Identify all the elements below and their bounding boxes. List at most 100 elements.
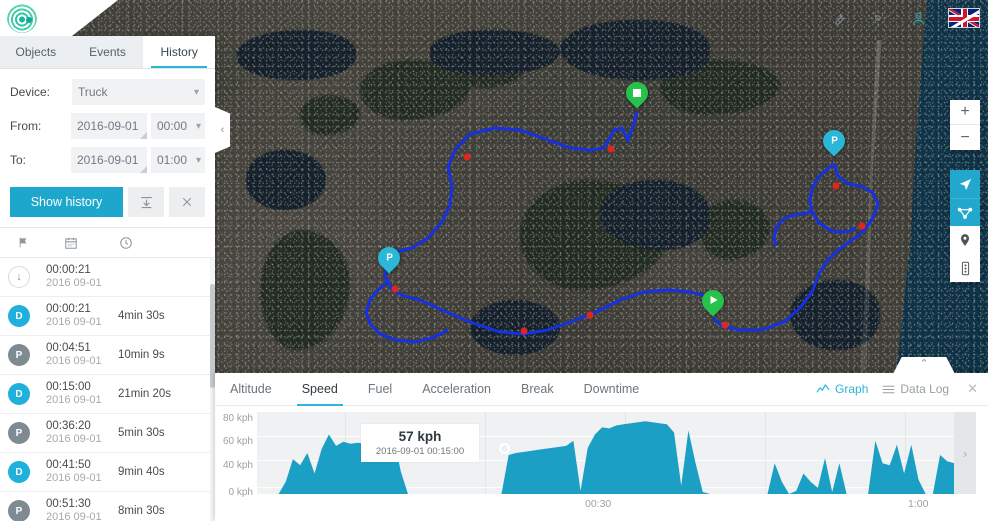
chevron-down-icon: ▾ <box>195 120 201 132</box>
tooltip-timestamp: 2016-09-01 00:15:00 <box>375 446 465 457</box>
map-tool-controls <box>950 170 980 282</box>
event-date: 2016 09-01 <box>46 355 102 367</box>
gear-icon[interactable] <box>868 8 888 28</box>
clock-icon <box>96 236 156 250</box>
parking-marker-north[interactable]: P <box>818 125 850 160</box>
from-date-input[interactable]: 2016-09-01 <box>71 113 147 139</box>
device-row: Device: Truck ▾ <box>10 79 205 105</box>
tab-acceleration[interactable]: Acceleration <box>407 373 506 406</box>
play-glyph <box>710 296 718 305</box>
event-timestamp: 00:51:30 2016 09-01 <box>46 498 118 521</box>
app-root: P P Objects Events History Device: Truck… <box>0 0 988 521</box>
status-badge: P <box>8 422 30 444</box>
history-filters: Device: Truck ▾ From: 2016-09-01 00:00 ▾… <box>0 69 215 181</box>
left-sidebar: Objects Events History Device: Truck ▾ F… <box>0 36 216 521</box>
device-select[interactable]: Truck ▾ <box>72 79 205 105</box>
tab-break[interactable]: Break <box>506 373 569 406</box>
history-actions: Show history <box>0 181 215 227</box>
route-polyline-icon[interactable] <box>950 198 980 226</box>
tab-history[interactable]: History <box>143 36 216 68</box>
tab-altitude[interactable]: Altitude <box>215 373 287 406</box>
line-chart-icon <box>816 384 830 393</box>
event-date: 2016 09-01 <box>46 394 102 406</box>
panel-collapse-handle[interactable]: ⌃ <box>893 357 955 374</box>
list-item[interactable]: D 00:41:50 2016 09-01 9min 40s <box>0 453 215 492</box>
event-timestamp: 00:00:21 2016 09-01 <box>46 303 118 329</box>
graph-view-button[interactable]: Graph <box>816 382 868 396</box>
datalog-view-button[interactable]: Data Log <box>882 382 949 396</box>
list-item[interactable]: D 00:15:00 2016 09-01 21min 20s <box>0 375 215 414</box>
hamburger-icon <box>882 385 895 393</box>
event-time: 00:00:21 <box>46 303 91 315</box>
to-row: To: 2016-09-01 01:00 ▾ <box>10 147 205 173</box>
zoom-out-button[interactable]: − <box>950 125 980 150</box>
from-time-value: 00:00 <box>157 119 188 133</box>
from-date-value: 2016-09-01 <box>77 119 139 133</box>
chart-scroll-right-button[interactable]: › <box>954 412 976 494</box>
chart-point-marker[interactable] <box>499 443 510 454</box>
y-tick-label: 0 kph <box>228 487 253 498</box>
status-badge: P <box>8 344 30 366</box>
panel-view-controls: Graph Data Log ✕ <box>816 381 988 397</box>
chevron-down-icon: ▾ <box>193 86 199 98</box>
event-timestamp: 00:04:51 2016 09-01 <box>46 342 118 368</box>
chart-plot-area[interactable]: 57 kph 2016-09-01 00:15:00 › <box>257 412 976 494</box>
status-badge: D <box>8 305 30 327</box>
show-history-button[interactable]: Show history <box>10 187 123 217</box>
list-item[interactable]: ↓ 00:00:21 2016 09-01 <box>0 258 215 297</box>
list-item[interactable]: P 00:51:30 2016 09-01 8min 30s <box>0 492 215 521</box>
event-time: 00:04:51 <box>46 342 91 354</box>
panel-close-button[interactable]: ✕ <box>963 381 978 397</box>
parking-marker-west[interactable]: P <box>373 242 405 277</box>
device-label: Device: <box>10 85 51 99</box>
x-tick-label: 00:30 <box>585 498 612 510</box>
list-item[interactable]: P 00:04:51 2016 09-01 10min 9s <box>0 336 215 375</box>
to-time-select[interactable]: 01:00 ▾ <box>151 147 205 173</box>
export-download-icon[interactable] <box>128 187 164 217</box>
navigate-arrow-icon[interactable] <box>950 170 980 198</box>
start-marker[interactable] <box>697 285 729 320</box>
radar-logo-icon[interactable] <box>7 3 37 33</box>
event-date: 2016 09-01 <box>46 433 102 445</box>
marker-label: P <box>830 135 838 147</box>
y-tick-label: 80 kph <box>222 413 253 424</box>
event-date: 2016 09-01 <box>46 277 102 289</box>
to-date-input[interactable]: 2016-09-01 <box>71 147 147 173</box>
zoom-in-button[interactable]: + <box>950 100 980 125</box>
event-timestamp: 00:41:50 2016 09-01 <box>46 459 118 485</box>
device-value: Truck <box>78 85 108 99</box>
tab-fuel[interactable]: Fuel <box>353 373 407 406</box>
event-date: 2016 09-01 <box>46 472 102 484</box>
header-icon-group <box>828 0 980 36</box>
tab-downtime[interactable]: Downtime <box>569 373 655 406</box>
event-timestamp: 00:00:21 2016 09-01 <box>46 264 118 290</box>
y-tick-label: 40 kph <box>222 460 253 471</box>
status-badge: ↓ <box>8 266 30 288</box>
stop-marker[interactable] <box>621 77 653 112</box>
event-time: 00:41:50 <box>46 459 91 471</box>
tab-speed[interactable]: Speed <box>287 373 353 406</box>
tab-events[interactable]: Events <box>71 36 144 68</box>
chevron-down-icon: ▾ <box>195 154 201 166</box>
list-item[interactable]: D 00:00:21 2016 09-01 4min 30s <box>0 297 215 336</box>
event-duration: 8min 30s <box>118 505 165 517</box>
clear-close-icon[interactable] <box>169 187 205 217</box>
speed-chart[interactable]: 80 kph 60 kph 40 kph 0 kph 57 kph 2016-0… <box>215 406 988 521</box>
uk-flag-icon[interactable] <box>948 8 980 28</box>
calendar-icon <box>46 236 96 250</box>
event-list[interactable]: ↓ 00:00:21 2016 09-01 D 00:00:21 2016 09… <box>0 258 215 521</box>
tab-objects[interactable]: Objects <box>0 36 72 68</box>
event-duration: 5min 30s <box>118 427 165 439</box>
traffic-light-icon[interactable] <box>950 254 980 282</box>
to-label: To: <box>10 153 27 167</box>
map-collapse-button[interactable]: ‹ <box>215 107 230 153</box>
datalog-label: Data Log <box>900 382 950 396</box>
list-item[interactable]: P 00:36:20 2016 09-01 5min 30s <box>0 414 215 453</box>
event-time: 00:15:00 <box>46 381 91 393</box>
map-pin-icon[interactable] <box>950 226 980 254</box>
from-time-select[interactable]: 00:00 ▾ <box>151 113 205 139</box>
user-icon[interactable] <box>908 8 928 28</box>
logo-center-dot <box>26 17 32 23</box>
chart-panel: ⌃ Altitude Speed Fuel Acceleration Break… <box>215 357 988 521</box>
wrench-icon[interactable] <box>828 8 848 28</box>
